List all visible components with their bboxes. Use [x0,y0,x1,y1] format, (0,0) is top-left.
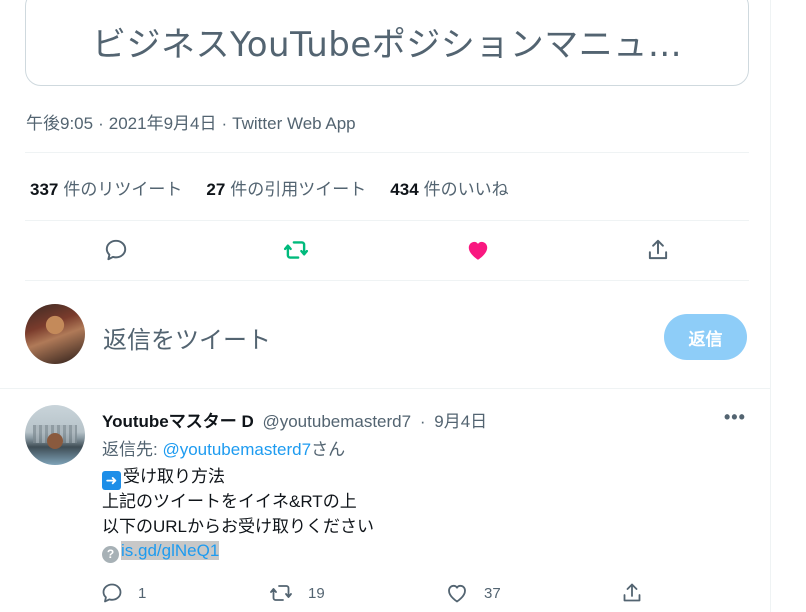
reply-action[interactable]: 1 [100,581,146,605]
retweets-count: 337 [30,180,59,199]
tweet-action-bar [25,228,749,272]
reply-submit-button[interactable]: 返信 [664,314,747,360]
author-name[interactable]: Youtubeマスター D [102,412,254,431]
quotes-label: 件の引用ツイート [230,180,367,199]
more-options-icon[interactable]: ••• [724,407,746,428]
tweet-link[interactable]: is.gd/glNeQ1 [121,541,220,560]
reply-tweet[interactable]: Youtubeマスター D @youtubemasterd7 · 9月4日 ••… [0,389,770,612]
arrow-right-icon: ➜ [102,471,121,490]
share-icon [648,239,668,260]
reply-to-suffix: さん [311,440,346,459]
like-icon [468,241,488,260]
tweet-source[interactable]: Twitter Web App [232,114,355,133]
reply-button[interactable] [101,236,131,264]
likes-count: 434 [390,180,419,199]
meta-separator: · [98,114,104,133]
tweet-date[interactable]: 9月4日 [434,412,487,431]
meta-separator: · [221,114,228,133]
reply-input[interactable]: 返信をツイート [103,320,271,355]
retweet-icon [283,241,309,259]
like-count: 37 [484,584,501,602]
quotes-stat[interactable]: 27 件の引用ツイート [206,175,366,200]
reply-icon [105,239,127,261]
question-icon: ? [102,546,119,563]
reply-to-prefix: 返信先: [102,440,163,459]
tweet-line: 以下のURLからお受け取りください [102,516,375,536]
avatar-figure [47,433,63,449]
header-separator: · [419,412,426,431]
divider [25,152,749,153]
current-user-avatar[interactable] [25,304,85,364]
share-icon [623,583,641,602]
retweets-label: 件のリツイート [63,180,183,199]
retweet-button[interactable] [281,236,311,264]
share-button[interactable] [643,236,673,264]
author-avatar[interactable] [25,405,85,465]
like-action[interactable]: 37 [444,581,501,605]
link-card-title: ビジネスYouTubeポジションマニュ… [92,25,683,65]
tweet-stats: 337 件のリツイート 27 件の引用ツイート 434 件のいいね [30,175,533,200]
reply-composer: 返信をツイート 返信 [0,290,770,385]
like-button[interactable] [463,236,493,264]
link-preview-card[interactable]: ビジネスYouTubeポジションマニュ… [25,0,749,86]
tweet-time[interactable]: 午後9:05 [26,114,93,133]
likes-stat[interactable]: 434 件のいいね [390,175,508,200]
retweet-icon [270,585,292,601]
reply-icon [102,583,122,603]
like-icon [448,584,466,603]
tweet-meta: 午後9:05 · 2021年9月4日 · Twitter Web App [26,109,356,134]
tweet-detail-column: ビジネスYouTubeポジションマニュ… 午後9:05 · 2021年9月4日 · Tw… [0,0,771,612]
reply-count: 1 [138,584,147,602]
tweet-line: 上記のツイートをイイネ&RTの上 [102,492,357,511]
tweet-date[interactable]: 2021年9月4日 [109,114,217,133]
quotes-count: 27 [206,180,226,199]
retweets-stat[interactable]: 337 件のリツイート [30,175,182,200]
reply-to-handle[interactable]: @youtubemasterd7 [162,440,311,459]
retweet-action[interactable]: 19 [268,581,325,605]
likes-label: 件のいいね [423,180,509,199]
reply-tweet-actions: 1 19 37 [100,581,660,609]
share-action[interactable] [620,581,644,605]
replying-to: 返信先: @youtubemasterd7さん [102,435,345,460]
author-handle[interactable]: @youtubemasterd7 [262,412,411,431]
tweet-line: 受け取り方法 [123,467,225,486]
tweet-text: ➜ 受け取り方法 上記のツイートをイイネ&RTの上 以下のURLからお受け取りくだ… [102,465,374,564]
divider [25,220,749,221]
retweet-count: 19 [308,584,325,602]
divider [25,280,749,281]
tweet-header: Youtubeマスター D @youtubemasterd7 · 9月4日 [102,407,487,432]
